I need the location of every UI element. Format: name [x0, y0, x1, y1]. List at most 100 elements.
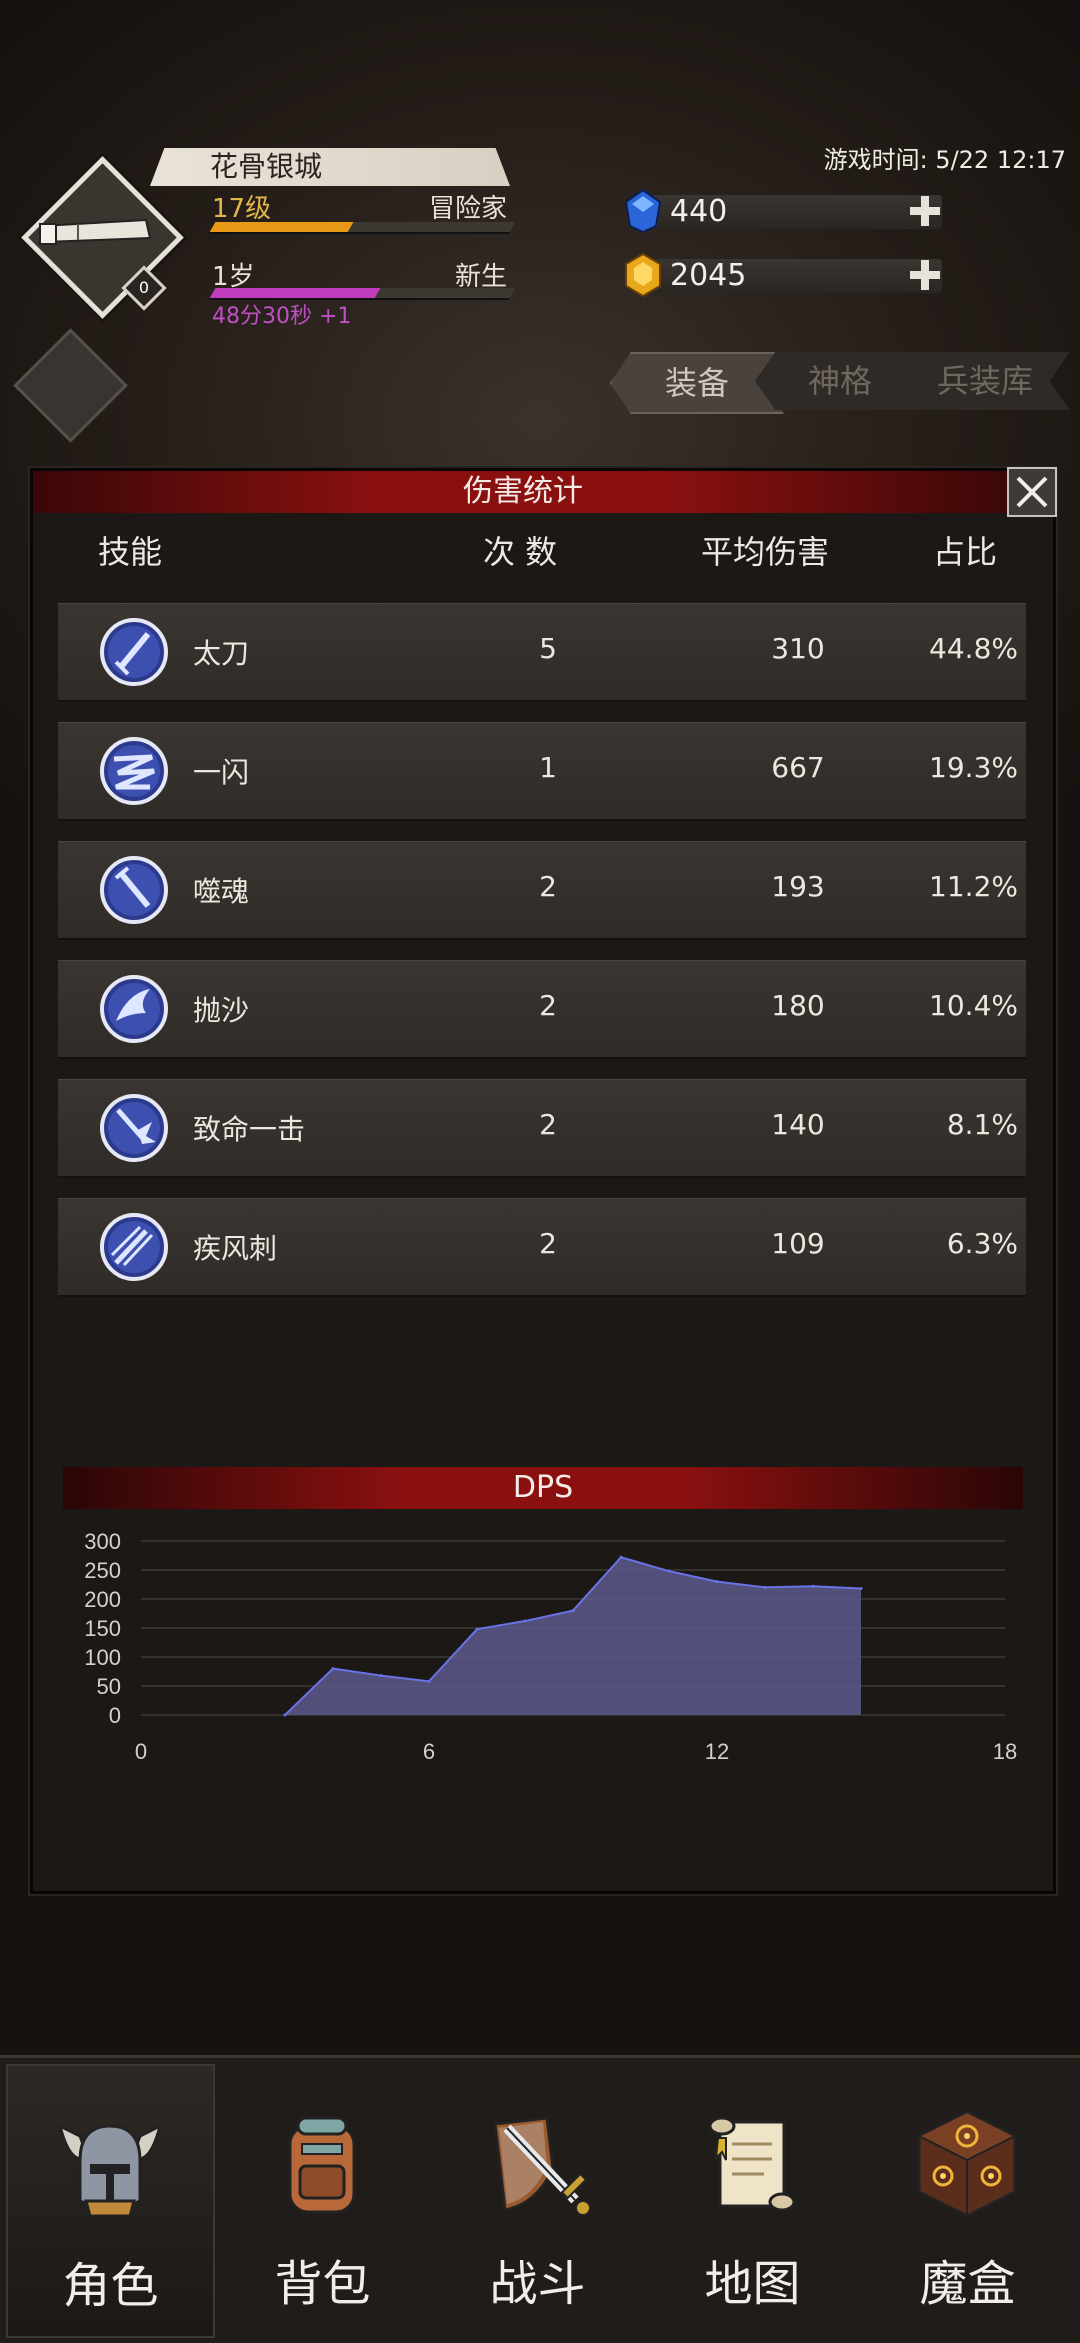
dps-point [571, 1609, 575, 1613]
skill-count: 2 [539, 1227, 557, 1260]
critical-strike-icon [100, 1094, 168, 1162]
nav-label-battle: 战斗 [489, 2256, 586, 2312]
nav-label-backpack: 背包 [274, 2256, 371, 2312]
x-tick-label: 0 [135, 1739, 147, 1764]
age-timer: 48分30秒 +1 [212, 304, 352, 329]
character-name[interactable]: 花骨银城 [150, 148, 510, 186]
class-label: 冒险家 [428, 194, 507, 224]
dps-point [715, 1580, 719, 1584]
dps-point [475, 1627, 479, 1631]
skill-share: 11.2% [929, 870, 1018, 903]
add-gems-button[interactable] [908, 194, 942, 228]
dps-point [523, 1619, 527, 1623]
skill-name: 一闪 [193, 756, 250, 789]
skill-share: 19.3% [929, 751, 1018, 784]
skill-share: 44.8% [929, 632, 1018, 665]
skill-row[interactable]: 噬魂 2 193 11.2% [58, 841, 1026, 940]
tab-divinity[interactable]: 神格 [755, 352, 925, 410]
skill-name: 疾风刺 [193, 1232, 278, 1265]
dps-point [811, 1584, 815, 1588]
skill-average-damage: 180 [771, 989, 825, 1022]
backpack-icon [288, 2116, 356, 2214]
game-time: 游戏时间: 5/22 12:17 [823, 146, 1066, 174]
bottom-navigation: 角色 背包 战斗 地图 魔盒 [0, 2055, 1080, 2343]
nav-magic-box[interactable]: 魔盒 [865, 2064, 1070, 2334]
flash-slash-icon [100, 737, 168, 805]
dps-point [619, 1555, 623, 1559]
dps-title: DPS [512, 1470, 574, 1505]
sword-icon [100, 618, 168, 686]
level-label: 17级 [212, 194, 272, 224]
nav-map[interactable]: 地图 [650, 2064, 855, 2334]
sword-shield-icon [493, 2116, 591, 2216]
column-average-damage: 平均伤害 [701, 533, 830, 571]
y-tick-label: 50 [97, 1674, 121, 1699]
skill-average-damage: 140 [771, 1108, 825, 1141]
skill-row[interactable]: 一闪 1 667 19.3% [58, 722, 1026, 821]
dps-point [763, 1585, 767, 1589]
gem-count: 440 [670, 194, 728, 229]
gem-currency: 440 [622, 188, 952, 234]
gold-count: 2045 [670, 258, 747, 293]
dps-point [427, 1679, 431, 1683]
damage-stats-panel: 伤害统计 技能 次 数 平均伤害 占比 太刀 5 310 44.8% 一闪 1 667 19.… [30, 467, 1057, 1894]
skill-row[interactable]: 太刀 5 310 44.8% [58, 603, 1026, 702]
x-tick-label: 6 [423, 1739, 435, 1764]
dps-point [283, 1713, 287, 1717]
column-skill: 技能 [98, 533, 163, 571]
nav-character[interactable]: 角色 [6, 2064, 215, 2338]
dps-point [667, 1569, 671, 1573]
skill-row[interactable]: 疾风刺 2 109 6.3% [58, 1198, 1026, 1297]
skill-name: 致命一击 [193, 1113, 306, 1146]
column-count: 次 数 [483, 533, 558, 571]
sand-throw-icon [100, 975, 168, 1043]
skill-share: 8.1% [946, 1108, 1018, 1141]
level-progress-bar [208, 222, 516, 234]
skill-average-damage: 193 [771, 870, 825, 903]
y-tick-label: 100 [84, 1645, 121, 1670]
blue-gem-icon [624, 188, 662, 234]
skill-name: 噬魂 [193, 875, 250, 908]
tab-armory[interactable]: 兵装库 [900, 352, 1070, 410]
nav-backpack[interactable]: 背包 [220, 2064, 425, 2334]
gold-currency: 2045 [622, 252, 952, 298]
gold-gem-icon [625, 252, 661, 298]
skill-count: 1 [539, 751, 557, 784]
column-share: 占比 [933, 533, 998, 571]
side-slot-diamond[interactable] [13, 328, 128, 443]
helmet-icon [57, 2123, 163, 2218]
skill-name: 太刀 [193, 637, 250, 670]
skill-share: 10.4% [929, 989, 1018, 1022]
magic-box-icon [916, 2110, 1018, 2218]
skill-row[interactable]: 致命一击 2 140 8.1% [58, 1079, 1026, 1178]
panel-title-bar: 伤害统计 [33, 471, 1013, 513]
dps-area [285, 1557, 861, 1715]
skill-count: 2 [539, 989, 557, 1022]
skill-count: 5 [539, 632, 557, 665]
close-button[interactable] [1007, 467, 1057, 517]
nav-label-map: 地图 [704, 2256, 801, 2312]
y-tick-label: 250 [84, 1558, 121, 1583]
y-tick-label: 200 [84, 1587, 121, 1612]
close-icon [1016, 476, 1048, 508]
nav-label-character: 角色 [62, 2258, 159, 2314]
nav-label-magic-box: 魔盒 [919, 2256, 1016, 2312]
y-tick-label: 150 [84, 1616, 121, 1641]
dps-title-bar: DPS [63, 1467, 1023, 1509]
y-tick-label: 300 [84, 1529, 121, 1554]
x-tick-label: 12 [705, 1739, 729, 1764]
gale-thrust-icon [100, 1213, 168, 1281]
skill-name: 抛沙 [193, 994, 250, 1027]
panel-title: 伤害统计 [463, 474, 583, 509]
skill-average-damage: 310 [771, 632, 825, 665]
nav-battle[interactable]: 战斗 [435, 2064, 640, 2334]
dps-chart: 300 250 200 150 100 50 00 6 12 18 [84, 1529, 1017, 1764]
skill-row[interactable]: 抛沙 2 180 10.4% [58, 960, 1026, 1059]
dps-point [379, 1674, 383, 1678]
y-tick-label: 0 [109, 1703, 121, 1728]
dps-point [331, 1667, 335, 1671]
skill-count: 2 [539, 1108, 557, 1141]
skill-share: 6.3% [946, 1227, 1018, 1260]
skill-average-damage: 667 [771, 751, 825, 784]
add-gold-button[interactable] [908, 258, 942, 292]
